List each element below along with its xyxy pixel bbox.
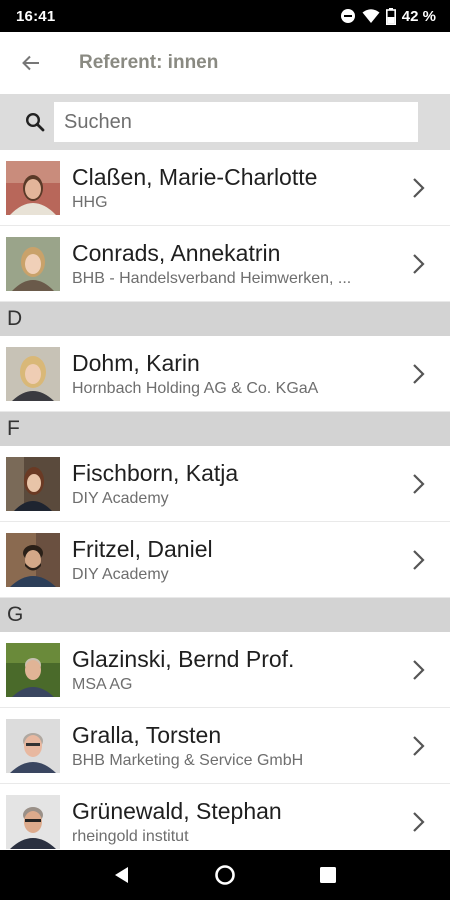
search-icon[interactable]: [0, 112, 52, 132]
speaker-organization: HHG: [72, 193, 108, 211]
list-item[interactable]: Conrads, Annekatrin BHB - Handelsverband…: [0, 226, 450, 302]
list-item[interactable]: Dohm, Karin Hornbach Holding AG & Co. KG…: [0, 336, 450, 412]
list-item[interactable]: Grünewald, Stephan rheingold institut: [0, 784, 450, 850]
chevron-right-icon: [413, 735, 425, 756]
avatar: [6, 236, 60, 291]
speaker-name: Dohm, Karin: [72, 349, 200, 376]
search-bar: [0, 94, 450, 150]
speaker-organization: MSA AG: [72, 675, 133, 693]
avatar: [6, 794, 60, 849]
page-title: Referent: innen: [79, 52, 219, 73]
speaker-organization: BHB - Handelsverband Heimwerken, ...: [72, 269, 352, 287]
avatar: [6, 160, 60, 215]
speaker-organization: DIY Academy: [72, 489, 169, 507]
speaker-name: Grünewald, Stephan: [72, 797, 282, 824]
chevron-right-icon: [413, 253, 425, 274]
dnd-icon: [340, 8, 356, 24]
avatar: [6, 718, 60, 773]
list-item[interactable]: Gralla, Torsten BHB Marketing & Service …: [0, 708, 450, 784]
triangle-back-icon: [114, 867, 128, 883]
chevron-right-icon: [413, 363, 425, 384]
speaker-organization: rheingold institut: [72, 827, 189, 845]
speaker-organization: DIY Academy: [72, 565, 169, 583]
status-icons: 42 %: [340, 7, 436, 25]
nav-recents-button[interactable]: [308, 855, 348, 895]
nav-back-button[interactable]: [102, 855, 142, 895]
wifi-icon: [362, 8, 380, 24]
chevron-right-icon: [413, 659, 425, 680]
chevron-right-icon: [413, 177, 425, 198]
system-nav-bar: [0, 850, 450, 900]
speaker-name: Conrads, Annekatrin: [72, 239, 281, 266]
search-input[interactable]: [54, 102, 418, 142]
section-header-d: D: [0, 302, 450, 336]
list-item[interactable]: Fischborn, Katja DIY Academy: [0, 446, 450, 522]
avatar: [6, 532, 60, 587]
speaker-organization: Hornbach Holding AG & Co. KGaA: [72, 379, 319, 397]
speaker-name: Glazinski, Bernd Prof.: [72, 645, 295, 672]
circle-home-icon: [215, 865, 235, 885]
speaker-list[interactable]: Claßen, Marie-Charlotte HHG Conrads, Ann…: [0, 150, 450, 850]
speaker-name: Gralla, Torsten: [72, 721, 222, 748]
arrow-left-icon: [22, 55, 39, 71]
battery-percent: 42 %: [401, 7, 436, 25]
avatar: [6, 642, 60, 697]
speaker-name: Claßen, Marie-Charlotte: [72, 163, 318, 190]
chevron-right-icon: [413, 549, 425, 570]
speaker-organization: BHB Marketing & Service GmbH: [72, 751, 304, 769]
chevron-right-icon: [413, 811, 425, 832]
app-bar: Referent: innen: [0, 32, 450, 94]
list-item[interactable]: Fritzel, Daniel DIY Academy: [0, 522, 450, 598]
section-header-f: F: [0, 412, 450, 446]
list-item[interactable]: Claßen, Marie-Charlotte HHG: [0, 150, 450, 226]
avatar: [6, 346, 60, 401]
chevron-right-icon: [413, 473, 425, 494]
status-time: 16:41: [16, 7, 56, 25]
nav-home-button[interactable]: [205, 855, 245, 895]
status-bar: 16:41 42 %: [0, 0, 450, 32]
avatar: [6, 456, 60, 511]
speaker-name: Fritzel, Daniel: [72, 535, 213, 562]
square-recents-icon: [320, 867, 337, 883]
section-header-g: G: [0, 598, 450, 632]
speaker-name: Fischborn, Katja: [72, 459, 239, 486]
list-item[interactable]: Glazinski, Bernd Prof. MSA AG: [0, 632, 450, 708]
back-button[interactable]: [0, 32, 62, 94]
battery-icon: [385, 7, 396, 25]
